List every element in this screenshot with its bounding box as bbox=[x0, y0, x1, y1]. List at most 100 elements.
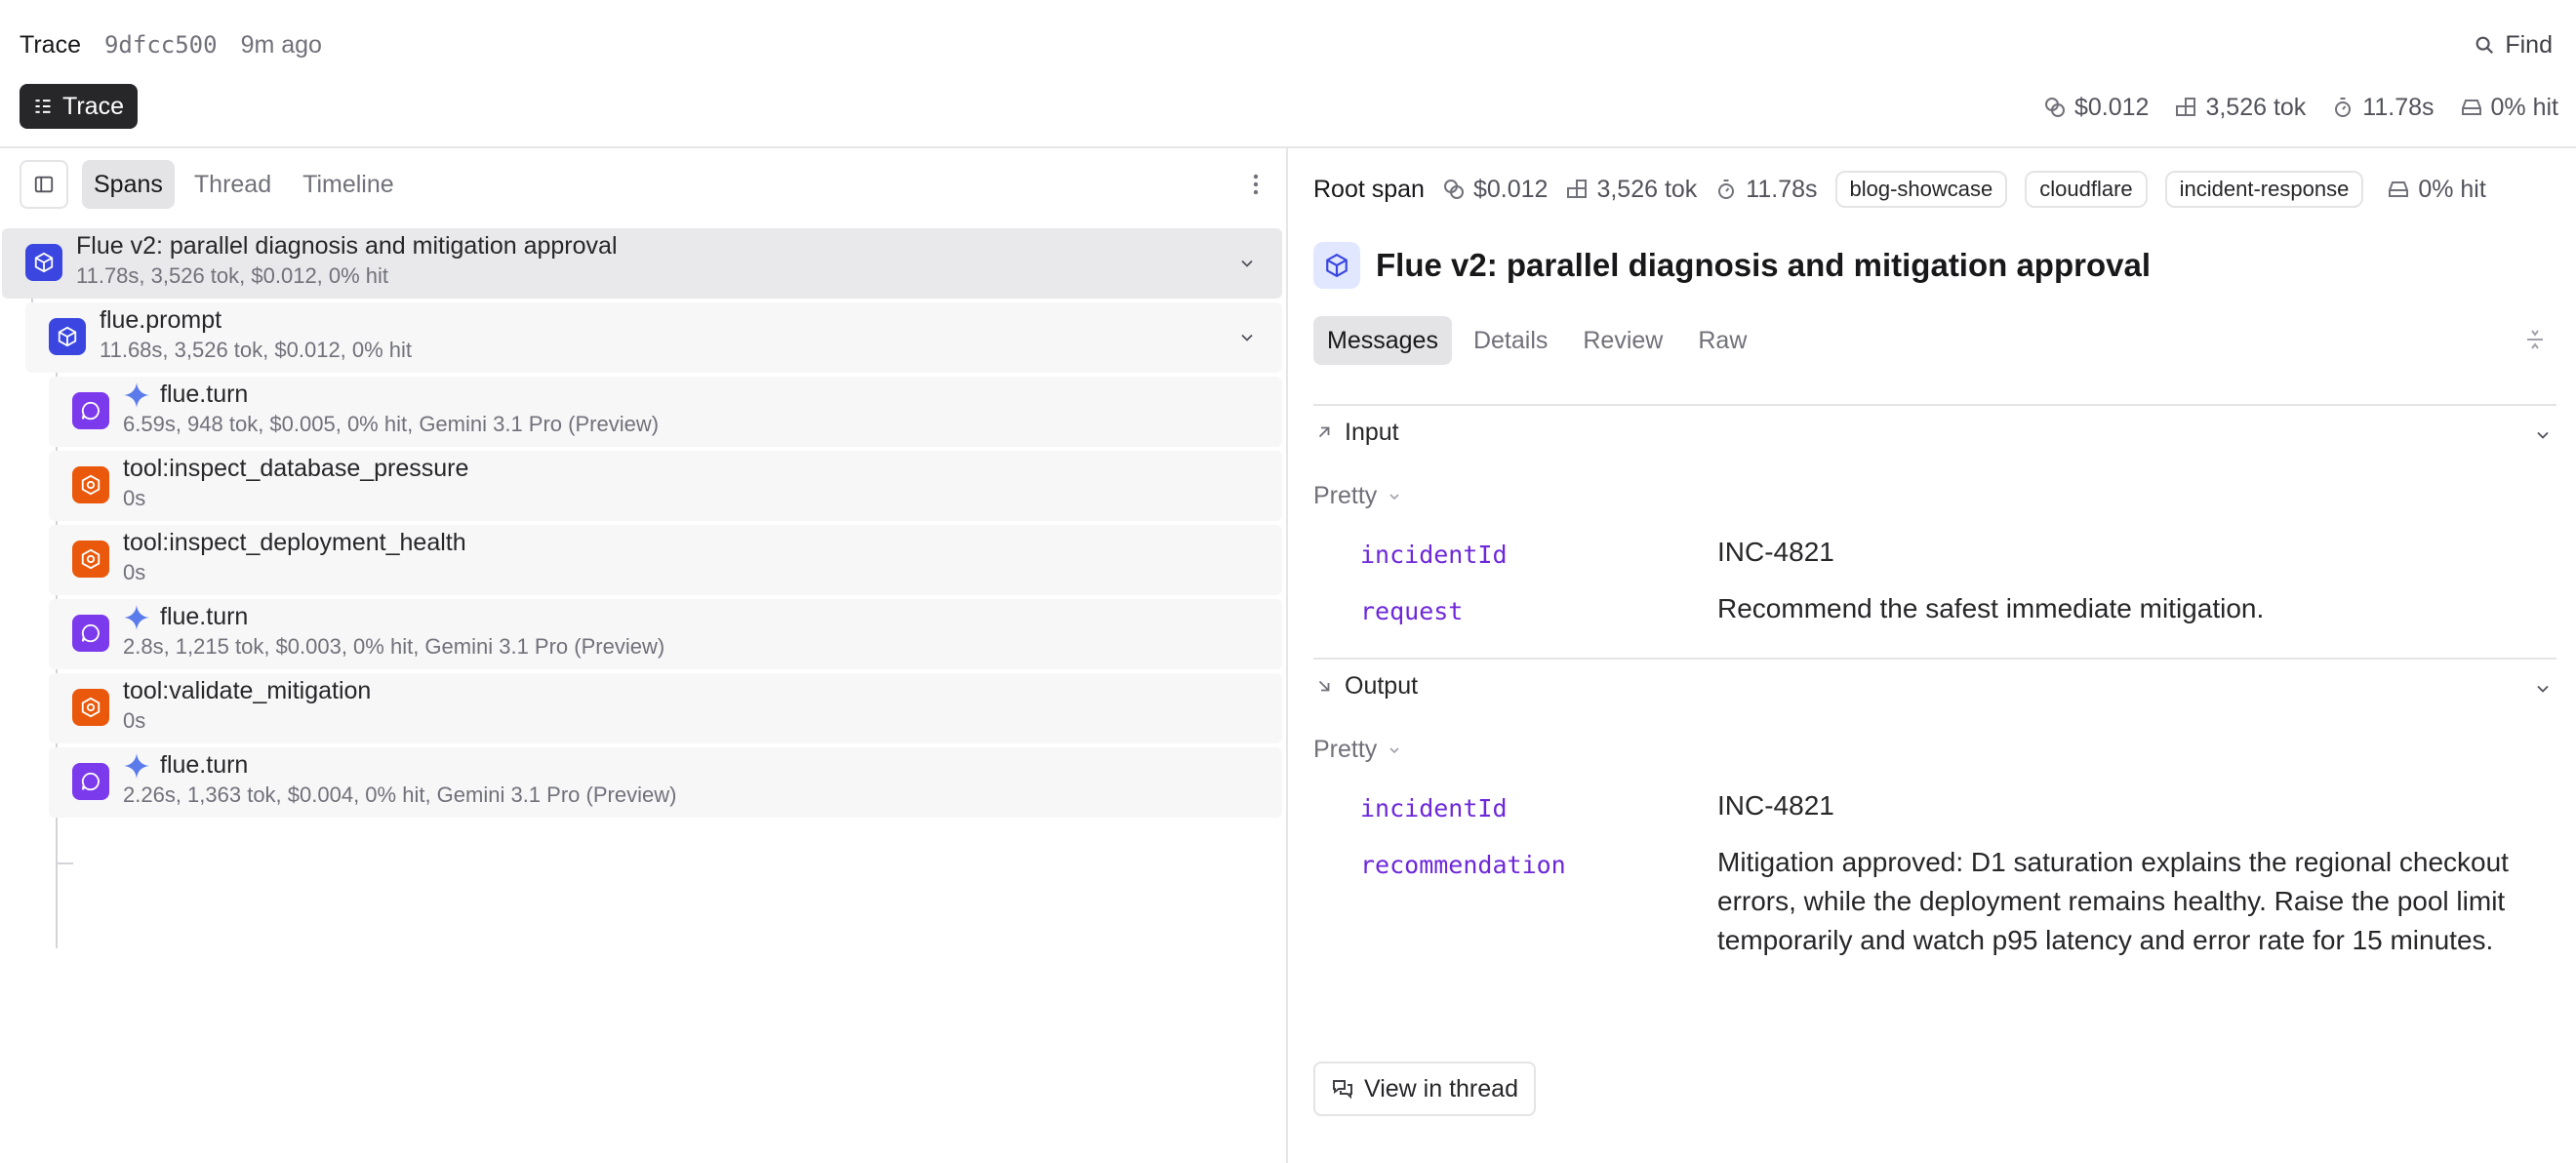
span-name-group: flue.turn bbox=[123, 603, 248, 631]
span-row[interactable]: tool:inspect_deployment_health 0s bbox=[49, 525, 1282, 595]
sidebar-toggle-button[interactable] bbox=[20, 160, 68, 209]
format-label: Pretty bbox=[1313, 482, 1378, 509]
message-icon bbox=[72, 392, 109, 429]
field-key: request bbox=[1360, 597, 1464, 625]
cache-value: 0% hit bbox=[2490, 93, 2558, 121]
left-tabs: Spans Thread Timeline bbox=[20, 160, 406, 209]
tab-timeline[interactable]: Timeline bbox=[291, 160, 406, 209]
span-name-group: flue.turn bbox=[123, 751, 248, 780]
format-label: Pretty bbox=[1313, 736, 1378, 763]
timer-icon bbox=[1714, 178, 1738, 201]
duration-stat: 11.78s bbox=[2331, 93, 2435, 122]
span-meta: 11.68s, 3,526 tok, $0.012, 0% hit bbox=[100, 338, 413, 362]
cache-stat: 0% hit bbox=[2387, 175, 2486, 204]
span-row-root[interactable]: Flue v2: parallel diagnosis and mitigati… bbox=[2, 228, 1282, 299]
duration-value: 11.78s bbox=[1746, 175, 1818, 203]
cache-stat: 0% hit bbox=[2460, 94, 2558, 122]
tag-badge[interactable]: cloudflare bbox=[2025, 171, 2148, 208]
span-meta: 0s bbox=[123, 486, 146, 510]
span-name: flue.turn bbox=[160, 751, 249, 779]
view-in-thread-label: View in thread bbox=[1364, 1074, 1518, 1103]
cache-value: 0% hit bbox=[2418, 175, 2486, 203]
box-icon bbox=[25, 244, 62, 281]
tokens-stat: 3,526 tok bbox=[2174, 94, 2306, 122]
trace-view-label: Trace bbox=[62, 92, 124, 120]
database-icon bbox=[2387, 178, 2410, 201]
span-name: flue.prompt bbox=[100, 306, 222, 334]
span-meta: 11.78s, 3,526 tok, $0.012, 0% hit bbox=[76, 263, 389, 288]
span-row[interactable]: flue.turn 2.26s, 1,363 tok, $0.004, 0% h… bbox=[49, 747, 1282, 818]
output-section-header[interactable]: Output bbox=[1313, 658, 2556, 712]
tab-messages[interactable]: Messages bbox=[1313, 316, 1452, 365]
input-section-header[interactable]: Input bbox=[1313, 404, 2556, 459]
search-icon bbox=[2474, 34, 2495, 56]
cost-stat: $0.012 bbox=[2043, 94, 2149, 122]
tokens-stat: 3,526 tok bbox=[1565, 176, 1697, 204]
sidebar-icon bbox=[33, 174, 55, 195]
output-section: Output Pretty incidentId INC-4821 recomm… bbox=[1313, 658, 2556, 1048]
output-label: Output bbox=[1345, 671, 1419, 700]
span-row[interactable]: tool:inspect_database_pressure 0s bbox=[49, 451, 1282, 521]
field-key: recommendation bbox=[1360, 851, 1566, 879]
tab-thread[interactable]: Thread bbox=[182, 160, 283, 209]
trace-age: 9m ago bbox=[240, 30, 322, 59]
input-label: Input bbox=[1345, 418, 1399, 446]
tokens-value: 3,526 tok bbox=[1596, 175, 1698, 203]
format-select[interactable]: Pretty bbox=[1313, 482, 1402, 510]
message-icon bbox=[72, 615, 109, 652]
duration-value: 11.78s bbox=[2362, 93, 2435, 121]
tab-details[interactable]: Details bbox=[1460, 316, 1561, 365]
gemini-sparkle-icon bbox=[123, 604, 150, 631]
chevron-down-icon bbox=[1387, 489, 1402, 504]
coins-icon bbox=[2043, 96, 2067, 119]
tree-connector bbox=[56, 862, 73, 864]
tab-spans[interactable]: Spans bbox=[82, 160, 175, 209]
chevron-down-icon[interactable] bbox=[1237, 254, 1257, 273]
span-row[interactable]: flue.turn 6.59s, 948 tok, $0.005, 0% hit… bbox=[49, 377, 1282, 447]
find-button[interactable]: Find bbox=[2474, 25, 2553, 64]
span-tree-pane: Spans Thread Timeline Flue v2: parallel … bbox=[0, 148, 1288, 1163]
arrow-up-right-icon bbox=[1315, 423, 1333, 441]
tokens-value: 3,526 tok bbox=[2205, 93, 2307, 121]
collapse-all-icon[interactable] bbox=[2523, 328, 2547, 351]
format-select[interactable]: Pretty bbox=[1313, 736, 1402, 764]
trace-title-row: Trace 9dfcc500 9m ago bbox=[20, 27, 322, 62]
arrow-down-right-icon bbox=[1315, 677, 1333, 695]
trace-view-button[interactable]: Trace bbox=[20, 84, 138, 129]
view-in-thread-button[interactable]: View in thread bbox=[1313, 1062, 1536, 1116]
find-label: Find bbox=[2505, 30, 2553, 59]
trace-stats: $0.012 3,526 tok 11.78s 0% hit bbox=[2043, 88, 2558, 127]
tool-icon bbox=[72, 541, 109, 578]
cost-stat: $0.012 bbox=[1442, 176, 1548, 204]
database-icon bbox=[2460, 96, 2483, 119]
chevron-down-icon[interactable] bbox=[1237, 328, 1257, 347]
chevron-down-icon[interactable] bbox=[2533, 425, 2553, 445]
chevron-down-icon[interactable] bbox=[2533, 679, 2553, 699]
tab-review[interactable]: Review bbox=[1569, 316, 1676, 365]
tree-list-icon bbox=[33, 97, 53, 116]
span-detail-pane: Root span $0.012 3,526 tok 11.78s blog-s… bbox=[1290, 148, 2576, 1163]
tool-icon bbox=[72, 689, 109, 726]
gemini-sparkle-icon bbox=[123, 752, 150, 780]
span-row[interactable]: flue.turn 2.8s, 1,215 tok, $0.003, 0% hi… bbox=[49, 599, 1282, 669]
span-row[interactable]: flue.prompt 11.68s, 3,526 tok, $0.012, 0… bbox=[25, 302, 1282, 373]
span-title-row: Flue v2: parallel diagnosis and mitigati… bbox=[1313, 238, 2151, 293]
trace-id[interactable]: 9dfcc500 bbox=[104, 31, 218, 59]
span-name: Flue v2: parallel diagnosis and mitigati… bbox=[76, 232, 618, 260]
cost-value: $0.012 bbox=[1472, 175, 1549, 203]
tag-badge[interactable]: blog-showcase bbox=[1834, 171, 2008, 208]
tab-raw[interactable]: Raw bbox=[1684, 316, 1760, 365]
tag-badge[interactable]: incident-response bbox=[2164, 171, 2364, 208]
span-row[interactable]: tool:validate_mitigation 0s bbox=[49, 673, 1282, 743]
field-value: Mitigation approved: D1 saturation expla… bbox=[1717, 847, 2509, 955]
span-meta: 2.26s, 1,363 tok, $0.004, 0% hit, Gemini… bbox=[123, 782, 677, 807]
box-icon bbox=[1313, 242, 1360, 289]
gemini-sparkle-icon bbox=[123, 381, 150, 409]
duration-stat: 11.78s bbox=[1714, 175, 1818, 204]
coins-icon bbox=[1442, 178, 1466, 201]
page-title: Trace bbox=[20, 30, 81, 59]
field-value: INC-4821 bbox=[1717, 537, 1834, 567]
field-key: incidentId bbox=[1360, 541, 1508, 569]
span-kind-label: Root span bbox=[1313, 175, 1425, 203]
more-options-icon[interactable] bbox=[1253, 174, 1259, 195]
